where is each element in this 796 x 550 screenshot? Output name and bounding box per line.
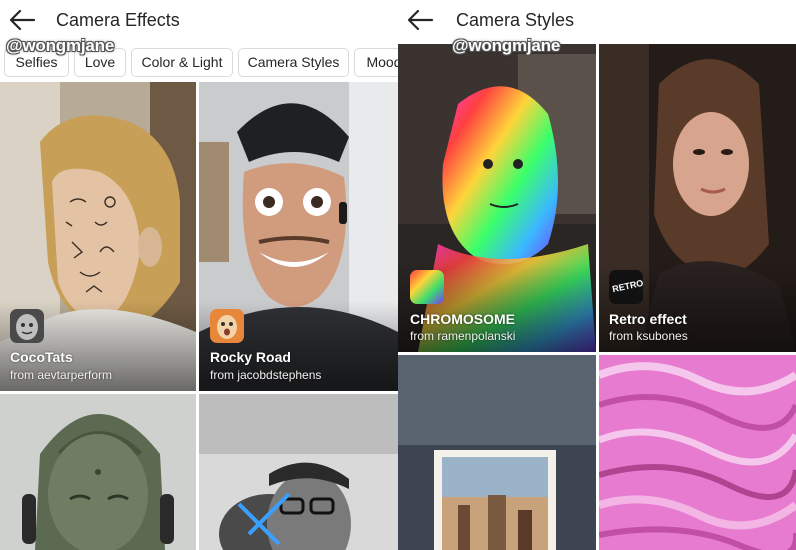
style-tile-city[interactable] [398, 355, 596, 550]
watermark: @wongmjane [452, 36, 561, 55]
retro-icon: RETRO [609, 270, 643, 304]
page-title: Camera Effects [56, 10, 180, 30]
chip-color-light[interactable]: Color & Light [131, 48, 233, 77]
effect-name: CocoTats [10, 349, 73, 365]
effect-author: from ksubones [609, 329, 688, 343]
style-tile-chromosome[interactable]: CHROMOSOME from ramenpolanski [398, 44, 596, 352]
effect-tile-buddha[interactable] [0, 394, 196, 550]
style-tile-pink-glitch[interactable] [599, 355, 796, 550]
effect-tile-rocky-road[interactable]: Rocky Road from jacobdstephens [199, 82, 398, 391]
face-mask-icon [10, 309, 44, 343]
effect-author: from ramenpolanski [410, 329, 516, 343]
effect-tile-cocotats[interactable]: CocoTats from aevtarperform [0, 82, 196, 391]
effect-name: CHROMOSOME [410, 311, 515, 327]
style-preview-image [398, 355, 596, 550]
effect-name: Retro effect [609, 311, 687, 327]
style-preview-image [599, 355, 796, 550]
surprised-face-icon [210, 309, 244, 343]
effect-author: from jacobdstephens [210, 368, 322, 382]
camera-effects-screen: Camera Effects @wongmjane Selfies Love C… [0, 0, 398, 550]
watermark: @wongmjane [6, 36, 115, 55]
effect-preview-image [199, 394, 398, 550]
chip-mood[interactable]: Mood [354, 48, 398, 77]
rainbow-icon [410, 270, 444, 304]
camera-styles-screen: Camera Styles @wongmjane CHROMOSOME from… [398, 0, 796, 550]
effect-author: from aevtarperform [10, 368, 113, 382]
effect-name: Rocky Road [210, 349, 291, 365]
page-title: Camera Styles [456, 10, 575, 30]
style-tile-retro-effect[interactable]: RETRO Retro effect from ksubones [599, 44, 796, 352]
back-arrow-icon[interactable] [406, 6, 438, 34]
back-arrow-icon[interactable] [8, 6, 40, 34]
chip-camera-styles[interactable]: Camera Styles [238, 48, 349, 77]
effect-tile-glasses[interactable] [199, 394, 398, 550]
effect-preview-image [0, 394, 196, 550]
